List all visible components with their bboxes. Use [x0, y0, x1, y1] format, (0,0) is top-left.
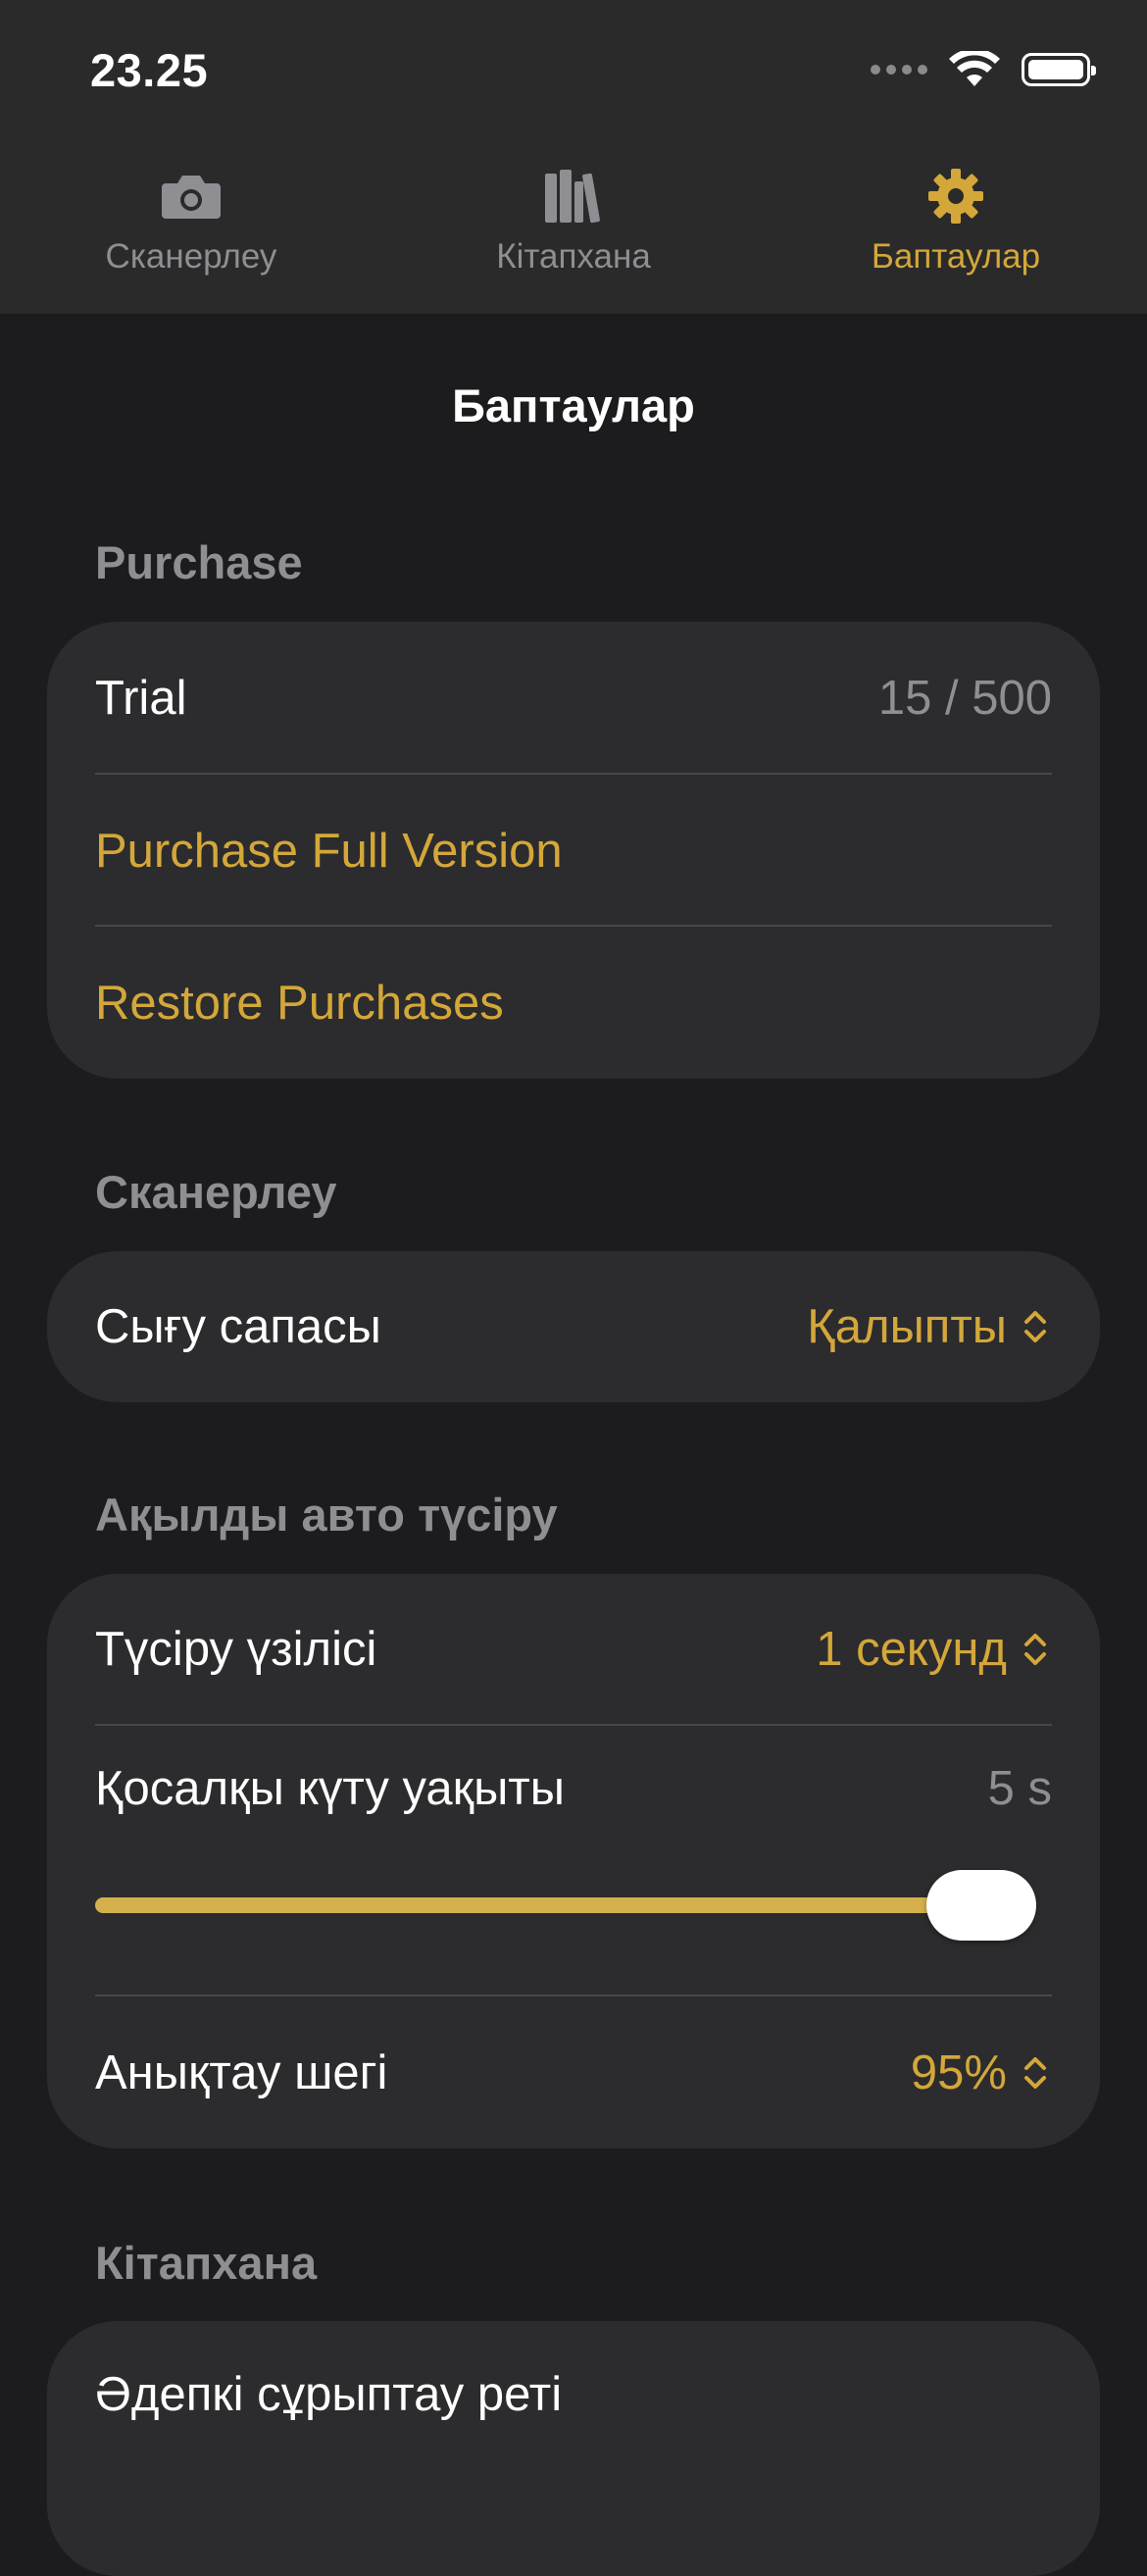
- capture-interval-row: Түсіру үзілісі 1 секунд: [95, 1574, 1052, 1725]
- chevron-up-down-icon: [1024, 1634, 1046, 1665]
- output-quality-value: Қалыпты: [807, 1300, 1007, 1353]
- capture-interval-picker[interactable]: 1 секунд: [816, 1622, 1052, 1677]
- restore-purchases-label: Restore Purchases: [95, 976, 504, 1030]
- capture-interval-value: 1 секунд: [816, 1623, 1007, 1676]
- tab-label: Баптаулар: [871, 237, 1041, 276]
- camera-icon: [162, 176, 221, 219]
- section-header-purchase: Purchase: [95, 536, 303, 588]
- trial-value: 15 / 500: [877, 672, 1052, 725]
- top-bar: 23.25 Сканерлеу Кітапхана Баптаулар: [0, 0, 1147, 314]
- output-quality-label: Сығу сапасы: [95, 1300, 381, 1353]
- output-quality-row: Сығу сапасы Қалыпты: [95, 1251, 1052, 1402]
- detection-threshold-picker[interactable]: 95%: [911, 2046, 1052, 2100]
- purchase-card: Trial 15 / 500 Purchase Full Version Res…: [47, 622, 1100, 1079]
- fallback-wait-row: Қосалқы күту уақыты 5 s: [95, 1725, 1052, 1852]
- capture-interval-label: Түсіру үзілісі: [95, 1623, 377, 1676]
- gear-icon: [928, 169, 983, 224]
- default-sort-order-label: Әдепкі сұрыптау реті: [95, 2368, 563, 2421]
- trial-label: Trial: [95, 672, 187, 725]
- purchase-full-version-button[interactable]: Purchase Full Version: [95, 775, 1052, 927]
- scanning-card: Сығу сапасы Қалыпты: [47, 1251, 1100, 1402]
- restore-purchases-button[interactable]: Restore Purchases: [95, 927, 1052, 1079]
- fallback-wait-label: Қосалқы күту уақыты: [95, 1762, 565, 1815]
- library-icon: [545, 170, 600, 224]
- tab-bar: Сканерлеу Кітапхана Баптаулар: [0, 167, 1147, 284]
- tab-library[interactable]: Кітапхана: [382, 167, 765, 284]
- status-icons: [871, 51, 1096, 88]
- library-card: Әдепкі сұрыптау реті: [47, 2321, 1100, 2576]
- cellular-signal-icon: [871, 65, 927, 75]
- tab-label: Сканерлеу: [105, 237, 277, 276]
- section-header-smart-capture: Ақылды авто түсіру: [95, 1489, 558, 1541]
- default-sort-order-row: Әдепкі сұрыптау реті: [95, 2321, 1052, 2468]
- fallback-wait-slider-track[interactable]: [95, 1897, 1036, 1913]
- purchase-full-version-label: Purchase Full Version: [95, 824, 563, 878]
- section-header-scanning: Сканерлеу: [95, 1166, 337, 1218]
- page-title: Баптаулар: [452, 379, 695, 431]
- detection-threshold-value: 95%: [910, 2046, 1007, 2099]
- tab-scanning[interactable]: Сканерлеу: [0, 167, 382, 284]
- detection-threshold-label: Анықтау шегі: [95, 2046, 388, 2099]
- fallback-wait-value: 5 s: [987, 1762, 1052, 1815]
- output-quality-picker[interactable]: Қалыпты: [807, 1299, 1052, 1354]
- fallback-wait-slider-thumb[interactable]: [926, 1870, 1036, 1941]
- detection-threshold-row: Анықтау шегі 95%: [95, 1996, 1052, 2148]
- section-header-library: Кітапхана: [95, 2237, 318, 2289]
- chevron-up-down-icon: [1024, 2056, 1046, 2089]
- trial-row: Trial 15 / 500: [95, 622, 1052, 775]
- battery-icon: [1022, 53, 1096, 86]
- smart-capture-card: Түсіру үзілісі 1 секунд Қосалқы күту уақ…: [47, 1574, 1100, 2148]
- status-time: 23.25: [90, 44, 209, 96]
- tab-settings[interactable]: Баптаулар: [765, 167, 1147, 284]
- chevron-up-down-icon: [1024, 1311, 1046, 1342]
- tab-label: Кітапхана: [496, 237, 651, 276]
- wifi-icon: [949, 51, 1000, 86]
